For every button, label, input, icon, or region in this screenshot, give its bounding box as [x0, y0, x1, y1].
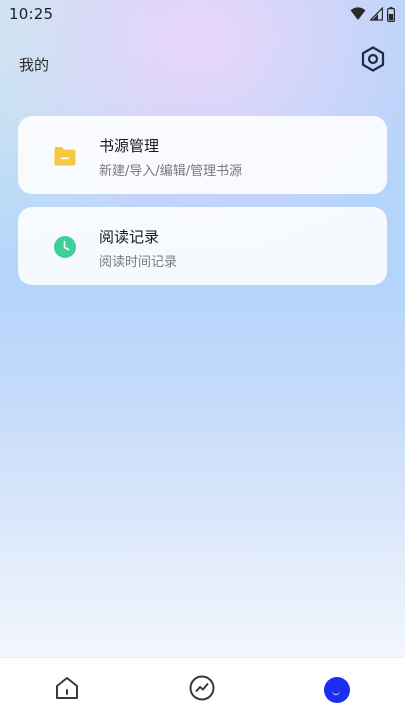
settings-button[interactable] [357, 45, 389, 77]
status-icons [350, 5, 395, 23]
card-subtitle: 新建/导入/编辑/管理书源 [99, 164, 243, 179]
clock-icon [53, 235, 77, 259]
nav-home-tab[interactable] [52, 675, 82, 705]
book-source-card[interactable]: 书源管理 新建/导入/编辑/管理书源 [18, 116, 387, 194]
settings-hexagon-icon [359, 45, 387, 77]
nav-discover-tab[interactable] [187, 675, 217, 705]
profile-icon [324, 677, 350, 703]
card-title: 阅读记录 [99, 228, 160, 246]
folder-icon [53, 144, 77, 168]
bottom-nav [0, 657, 405, 720]
card-title: 书源管理 [99, 137, 160, 155]
nav-profile-tab[interactable] [322, 675, 352, 705]
status-bar: 10:25 [0, 0, 405, 28]
status-time: 10:25 [9, 5, 54, 23]
wifi-icon [350, 7, 366, 21]
home-icon [53, 674, 81, 706]
battery-icon [387, 6, 395, 22]
page-title: 我的 [19, 56, 50, 74]
discover-icon [188, 674, 216, 706]
signal-icon [370, 7, 383, 21]
card-subtitle: 阅读时间记录 [99, 255, 178, 270]
reading-history-card[interactable]: 阅读记录 阅读时间记录 [18, 207, 387, 285]
